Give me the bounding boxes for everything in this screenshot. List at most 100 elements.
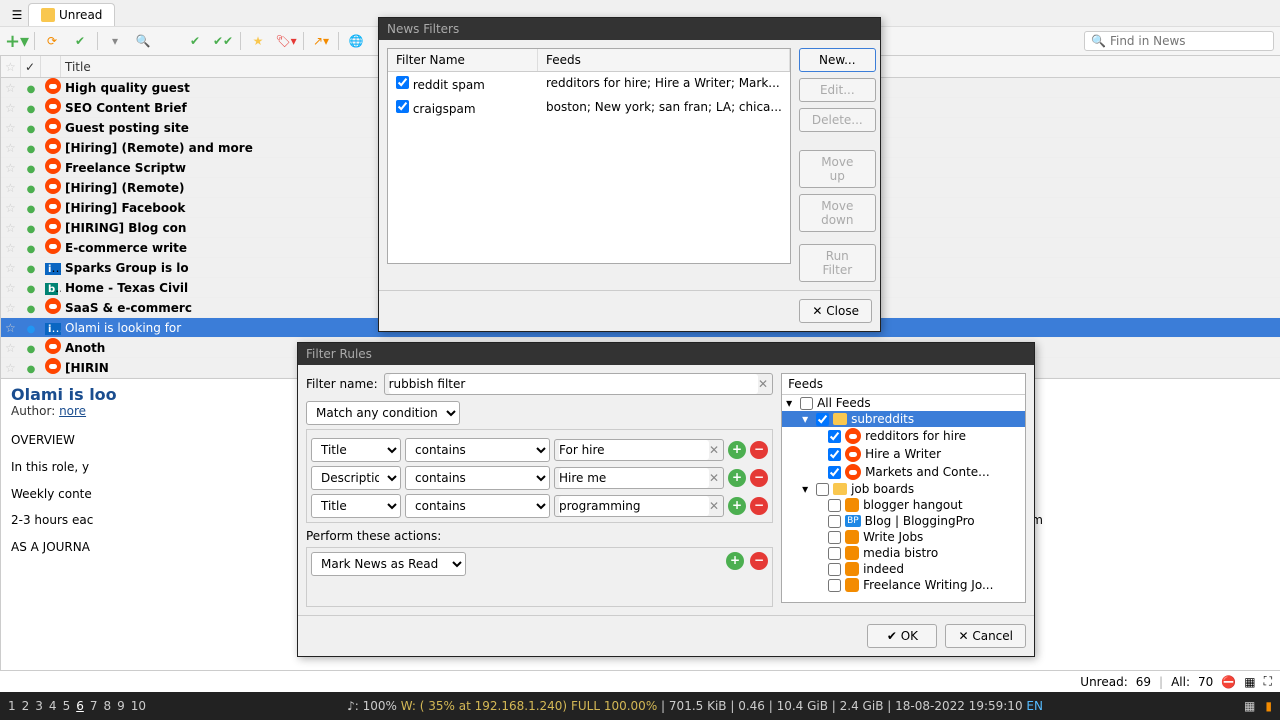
workspace-4[interactable]: 4 <box>49 699 57 713</box>
move-down-button[interactable]: Move down <box>799 194 876 232</box>
stop-icon[interactable]: ⛔ <box>1221 675 1236 689</box>
edit-button[interactable]: Edit... <box>799 78 876 102</box>
preview-author[interactable]: nore <box>59 404 86 418</box>
mark-read-icon[interactable]: ✔ <box>69 30 91 52</box>
workspaces[interactable]: 123456789 10 <box>8 699 146 713</box>
all-count: 70 <box>1198 675 1213 689</box>
lang: EN <box>1026 699 1043 713</box>
feed-item[interactable]: BP Blog | BloggingPro <box>782 513 1025 529</box>
filter-col-name[interactable]: Filter Name <box>388 49 538 71</box>
feed-item[interactable]: Freelance Writing Jo... <box>782 577 1025 593</box>
refresh-icon[interactable]: ⟳ <box>41 30 63 52</box>
workspace-10[interactable]: 10 <box>131 699 146 713</box>
status-bar: Unread: 69 | All: 70 ⛔ ▦ ⛶ <box>0 670 1280 692</box>
run-filter-button[interactable]: Run Filter <box>799 244 876 282</box>
check-icon[interactable]: ✔ <box>184 30 206 52</box>
clear-icon[interactable]: ✕ <box>709 443 719 457</box>
globe-icon[interactable]: 🌐 <box>345 30 367 52</box>
condition-row: Titlecontains ✕ +− <box>311 438 768 462</box>
feed-jobboards[interactable]: ▾ job boards <box>782 481 1025 497</box>
field-select[interactable]: Description <box>311 466 401 490</box>
tray-icon[interactable]: ▦ <box>1244 699 1255 713</box>
filter-rules-dialog: Filter Rules Filter name: ✕ Match any co… <box>297 342 1035 657</box>
add-button[interactable]: +▾ <box>6 30 28 52</box>
clear-icon[interactable]: ✕ <box>709 499 719 513</box>
col-read[interactable]: ✓ <box>21 56 41 77</box>
op-select[interactable]: contains <box>405 494 550 518</box>
match-select[interactable]: Match any condition <box>306 401 460 425</box>
value-input[interactable] <box>559 440 709 460</box>
magnify-icon: 🔍 <box>1091 34 1106 48</box>
workspace-1[interactable]: 1 <box>8 699 16 713</box>
op-select[interactable]: contains <box>405 466 550 490</box>
workspace-5[interactable]: 5 <box>63 699 71 713</box>
feed-item[interactable]: Write Jobs <box>782 529 1025 545</box>
check-all-icon[interactable]: ✔✔ <box>212 30 234 52</box>
remove-action-icon[interactable]: − <box>750 552 768 570</box>
filter-name-input[interactable] <box>389 374 758 394</box>
remove-cond-icon[interactable]: − <box>750 469 768 487</box>
search-input[interactable]: 🔍 <box>1084 31 1274 51</box>
windows-icon[interactable]: ▦ <box>1244 675 1255 689</box>
feed-item[interactable]: Markets and Conte... <box>782 463 1025 481</box>
tab-unread[interactable]: Unread <box>28 3 115 26</box>
wifi: W: ( 35% at 192.168.1.240) <box>401 699 567 713</box>
feed-item[interactable]: Hire a Writer <box>782 445 1025 463</box>
remove-cond-icon[interactable]: − <box>750 497 768 515</box>
feed-item[interactable]: blogger hangout <box>782 497 1025 513</box>
workspace-7[interactable]: 7 <box>90 699 98 713</box>
filter-row[interactable]: reddit spamredditors for hire; Hire a Wr… <box>388 72 790 96</box>
search-icon[interactable]: 🔍 <box>132 30 154 52</box>
action-select[interactable]: Mark News as Read <box>311 552 466 576</box>
feed-item[interactable]: media bistro <box>782 545 1025 561</box>
remove-cond-icon[interactable]: − <box>750 441 768 459</box>
workspace-6[interactable]: 6 <box>76 699 84 713</box>
unread-label: Unread: <box>1080 675 1127 689</box>
workspace-2[interactable]: 2 <box>22 699 30 713</box>
move-up-button[interactable]: Move up <box>799 150 876 188</box>
clear-icon[interactable]: ✕ <box>709 471 719 485</box>
share-icon[interactable]: ↗▾ <box>310 30 332 52</box>
dialog-title[interactable]: News Filters <box>379 18 880 40</box>
filter-col-feeds[interactable]: Feeds <box>538 49 790 71</box>
workspace-9[interactable]: 9 <box>117 699 125 713</box>
op-select[interactable]: contains <box>405 438 550 462</box>
fullscreen-icon[interactable]: ⛶ <box>1264 674 1272 689</box>
new-button[interactable]: New... <box>799 48 876 72</box>
volume: ♪: 100% <box>347 699 397 713</box>
filter-icon[interactable]: ▾ <box>104 30 126 52</box>
condition-row: Descriptioncontains ✕ +− <box>311 466 768 490</box>
value-input[interactable] <box>559 496 709 516</box>
cancel-button[interactable]: ✕ Cancel <box>945 624 1026 648</box>
value-input[interactable] <box>559 468 709 488</box>
clear-icon[interactable]: ✕ <box>758 377 768 391</box>
feed-subreddits[interactable]: ▾ subreddits <box>782 411 1025 427</box>
delete-button[interactable]: Delete... <box>799 108 876 132</box>
ok-button[interactable]: ✔ OK <box>867 624 937 648</box>
condition-row: Titlecontains ✕ +− <box>311 494 768 518</box>
taskbar: 123456789 10 ♪: 100% W: ( 35% at 192.168.… <box>0 692 1280 720</box>
add-cond-icon[interactable]: + <box>728 469 746 487</box>
field-select[interactable]: Title <box>311 494 401 518</box>
add-cond-icon[interactable]: + <box>728 497 746 515</box>
folder-icon <box>833 483 847 495</box>
feed-item[interactable]: redditors for hire <box>782 427 1025 445</box>
col-star[interactable]: ☆ <box>1 56 21 77</box>
add-cond-icon[interactable]: + <box>728 441 746 459</box>
workspace-8[interactable]: 8 <box>103 699 111 713</box>
filter-name-label: Filter name: <box>306 377 378 391</box>
dialog-title[interactable]: Filter Rules <box>298 343 1034 365</box>
star-icon[interactable]: ★ <box>247 30 269 52</box>
rss-tray-icon[interactable]: ▮ <box>1265 699 1272 713</box>
workspace-3[interactable]: 3 <box>35 699 43 713</box>
search-field[interactable] <box>1110 34 1267 48</box>
feed-all[interactable]: ▾ All Feeds <box>782 395 1025 411</box>
app-menu-icon[interactable]: ☰ <box>6 4 28 26</box>
author-label: Author: <box>11 404 55 418</box>
filter-row[interactable]: craigspamboston; New york; san fran; LA;… <box>388 96 790 120</box>
tag-icon[interactable]: 🏷▾ <box>275 30 297 52</box>
add-action-icon[interactable]: + <box>726 552 744 570</box>
field-select[interactable]: Title <box>311 438 401 462</box>
close-button[interactable]: ✕ Close <box>799 299 872 323</box>
feed-item[interactable]: indeed <box>782 561 1025 577</box>
